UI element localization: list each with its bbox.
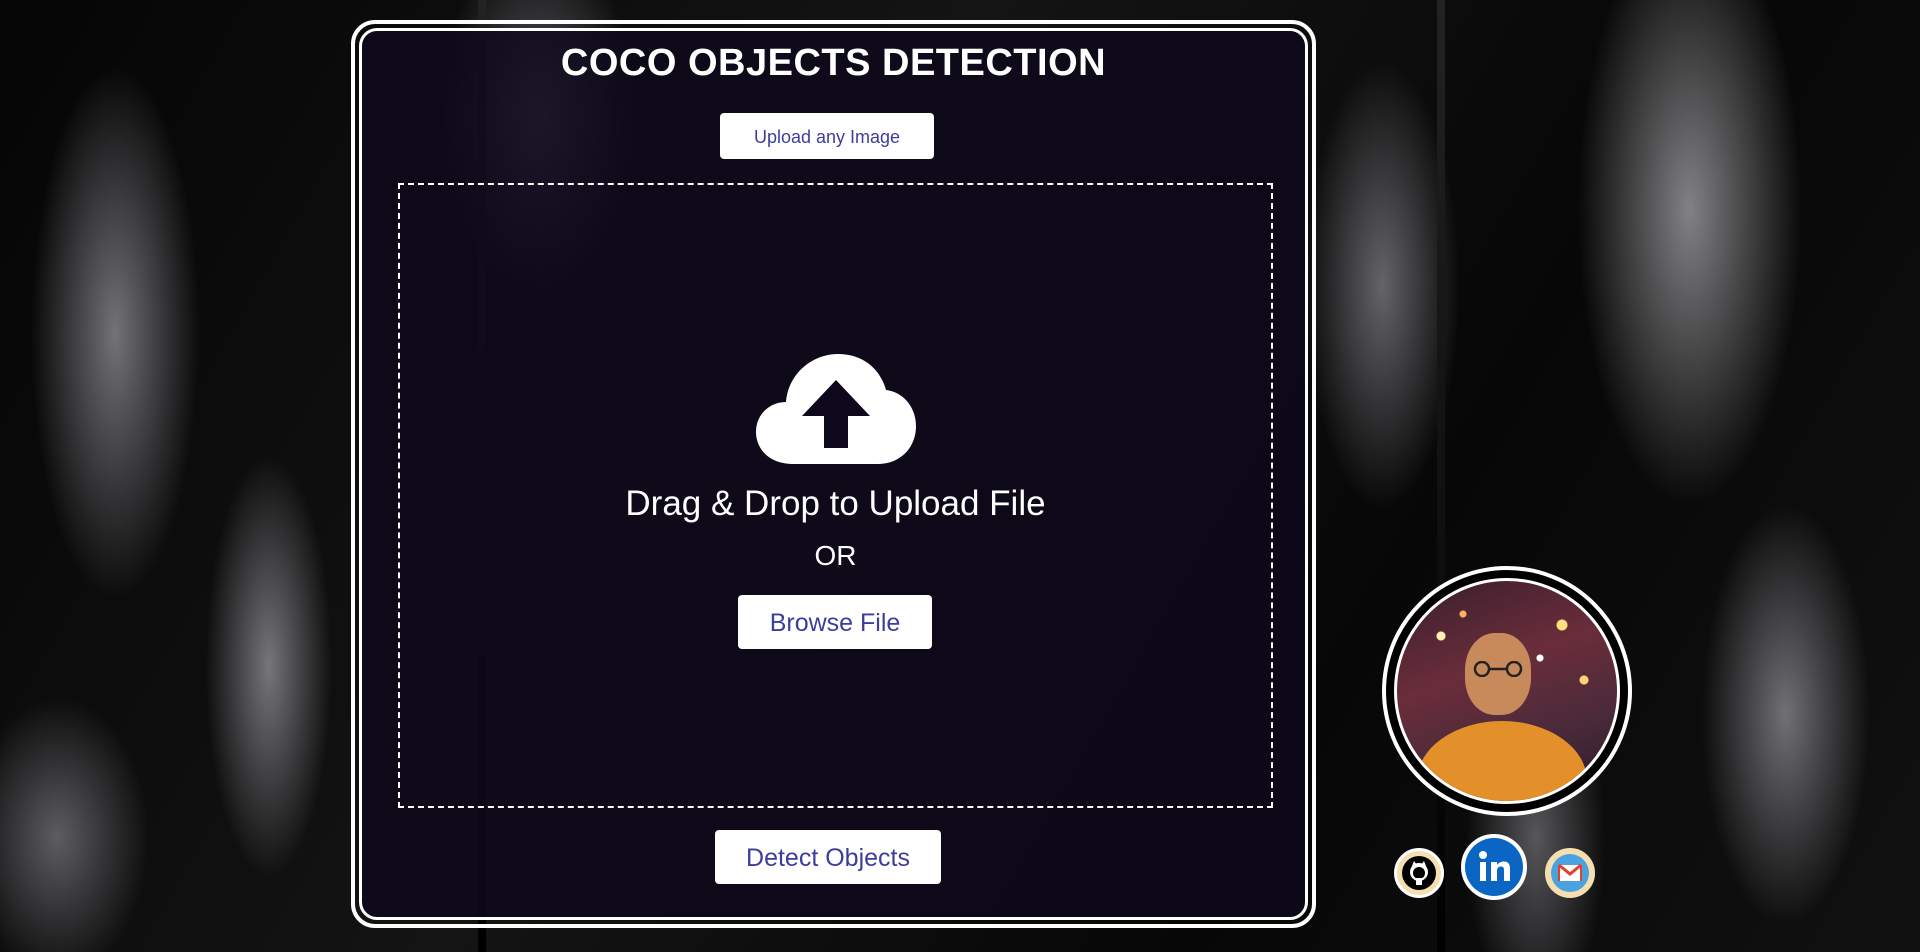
browse-file-button[interactable]: Browse File: [738, 595, 932, 649]
linkedin-link[interactable]: [1461, 834, 1527, 900]
gmail-link[interactable]: [1545, 848, 1595, 898]
dropzone-instruction: Drag & Drop to Upload File: [625, 484, 1046, 523]
dropzone-or-separator: OR: [814, 540, 857, 571]
avatar-glasses: [1473, 661, 1523, 677]
detect-objects-button[interactable]: Detect Objects: [715, 830, 941, 884]
github-icon: [1402, 856, 1436, 890]
background-divider: [1437, 0, 1445, 952]
github-link[interactable]: [1394, 848, 1444, 898]
avatar: [1394, 578, 1620, 804]
page-title: COCO OBJECTS DETECTION: [560, 42, 1107, 84]
upload-image-button[interactable]: Upload any Image: [720, 113, 934, 159]
avatar-shirt: [1417, 721, 1587, 801]
cloud-upload-icon: [756, 354, 916, 464]
linkedin-icon: [1465, 838, 1523, 896]
gmail-icon: [1551, 854, 1589, 892]
